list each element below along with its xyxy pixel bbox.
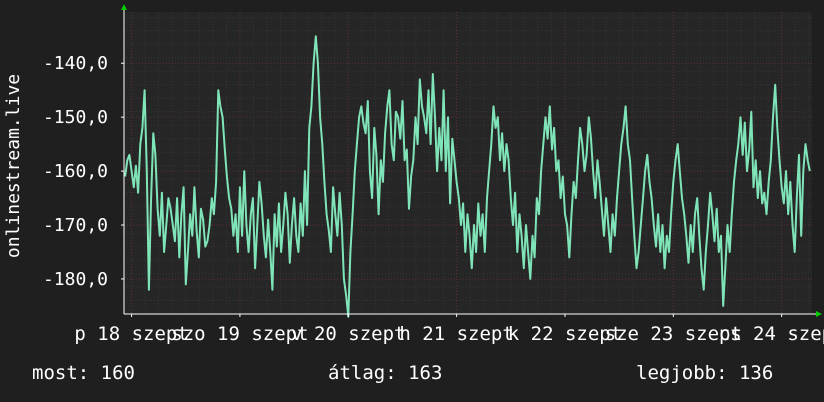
x-tick-label: szo 19 szept xyxy=(171,323,308,345)
x-tick-labels: p 18 szeptszo 19 szeptv 20 szepth 21 sze… xyxy=(74,323,824,345)
y-axis-label: onlinestream.live xyxy=(3,74,24,258)
y-tick-label: -170,0 xyxy=(43,215,108,236)
x-tick-label: h 21 szept xyxy=(399,323,513,345)
x-tick-label: cs 24 szept xyxy=(719,323,824,345)
stat-current: most: 160 xyxy=(32,362,135,384)
y-tick-labels: -140,0 -150,0 -160,0 -170,0 -180,0 xyxy=(43,53,108,290)
y-tick-label: -180,0 xyxy=(43,269,108,290)
x-axis-arrow xyxy=(816,311,822,317)
chart-container: -140,0 -150,0 -160,0 -170,0 -180,0 p 18 szep… xyxy=(0,0,824,402)
stat-best: legjobb: 136 xyxy=(636,362,774,384)
y-tick-label: -160,0 xyxy=(43,161,108,182)
y-tick-label: -140,0 xyxy=(43,53,108,74)
line-chart: -140,0 -150,0 -160,0 -170,0 -180,0 p 18 szep… xyxy=(3,4,824,345)
plot-area xyxy=(124,12,812,314)
y-axis-arrow xyxy=(121,4,127,10)
y-tick-label: -150,0 xyxy=(43,107,108,128)
x-tick-label: v 20 szept xyxy=(291,323,405,345)
stat-average: átlag: 163 xyxy=(328,362,443,384)
